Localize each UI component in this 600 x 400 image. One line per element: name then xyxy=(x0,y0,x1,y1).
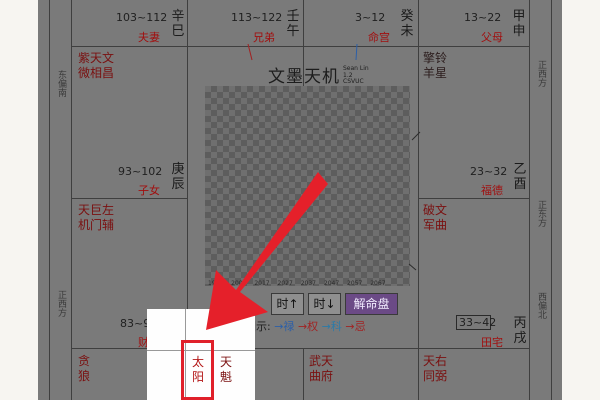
star-list: 武天 曲府 xyxy=(309,354,334,383)
star-list: 擎铃 羊星 xyxy=(423,51,448,80)
year-axis: 1997 2007 2017 2027 2037 2047 2057 2067 xyxy=(208,280,386,287)
legend-ji: →忌 xyxy=(345,320,366,333)
device-frame-left xyxy=(0,0,39,400)
grid-line xyxy=(49,0,50,400)
star-list: 紫天文 微相昌 xyxy=(78,51,115,80)
side-label-right-bottom: 西偏北 xyxy=(536,292,546,319)
grid-line xyxy=(71,198,187,199)
grid-line xyxy=(529,0,530,400)
stem-branch: 乙酉 xyxy=(513,162,527,192)
star-list: 天 魁 xyxy=(220,355,233,384)
side-label-right-mid: 正东方 xyxy=(536,200,546,227)
stem-branch: 甲申 xyxy=(512,9,526,39)
stem-branch: 癸未 xyxy=(400,9,414,39)
app-screen: 东偏南 正西方 正西方 正东方 西偏北 103~112 辛巳 夫妻 113~12… xyxy=(0,0,600,400)
grid-line xyxy=(418,198,529,199)
side-label-left-bottom: 正西方 xyxy=(56,290,66,317)
grid-line xyxy=(551,0,552,400)
age-range: 13~22 xyxy=(464,11,502,24)
chart-subtitle: Sean Lin 1.2 CSVUC xyxy=(343,65,369,86)
star-list: 天右 同弼 xyxy=(423,354,448,383)
legend-quan: →权 xyxy=(297,320,319,333)
grid-line xyxy=(71,0,72,400)
stem-branch: 辛巳 xyxy=(171,9,185,39)
star-list: 天巨左 机门辅 xyxy=(78,203,115,232)
palace-name: 夫妻 xyxy=(138,31,160,44)
age-range: 103~112 xyxy=(116,11,168,24)
side-label-right-top: 正西方 xyxy=(536,60,546,87)
palace-name: 子女 xyxy=(138,184,160,197)
palace-name: 兄弟 xyxy=(253,31,275,44)
center-pattern xyxy=(205,86,410,286)
side-label-left-top: 东偏南 xyxy=(56,70,66,97)
time-up-button[interactable]: 时↑ xyxy=(271,293,304,315)
grid-line xyxy=(71,46,529,47)
palace-name: 福德 xyxy=(481,184,503,197)
age-range: 33~42 xyxy=(459,316,497,329)
grid-line xyxy=(418,0,419,400)
stem-branch: 庚辰 xyxy=(171,162,185,192)
age-range: 113~122 xyxy=(231,11,283,24)
legend-lu: →禄 xyxy=(274,320,295,333)
chart-title: 文墨天机 xyxy=(268,67,340,87)
legend-ke: →科 xyxy=(321,320,342,333)
age-range: 23~32 xyxy=(470,165,508,178)
stem-branch: 丙戌 xyxy=(513,316,527,346)
highlight-box xyxy=(181,340,214,400)
palace-name: 命宫 xyxy=(368,31,390,44)
palace-name: 父母 xyxy=(481,31,503,44)
stem-branch: 壬午 xyxy=(286,9,300,39)
age-range: 93~102 xyxy=(118,165,163,178)
age-range: 3~12 xyxy=(355,11,386,24)
device-frame-right xyxy=(561,0,600,400)
star-list: 破文 军曲 xyxy=(423,203,448,232)
palace-name: 田宅 xyxy=(481,336,503,349)
star-list: 贪 狼 xyxy=(78,354,91,383)
interpret-chart-button[interactable]: 解命盘 xyxy=(345,293,398,315)
time-down-button[interactable]: 时↓ xyxy=(308,293,341,315)
grid-line xyxy=(303,348,304,400)
